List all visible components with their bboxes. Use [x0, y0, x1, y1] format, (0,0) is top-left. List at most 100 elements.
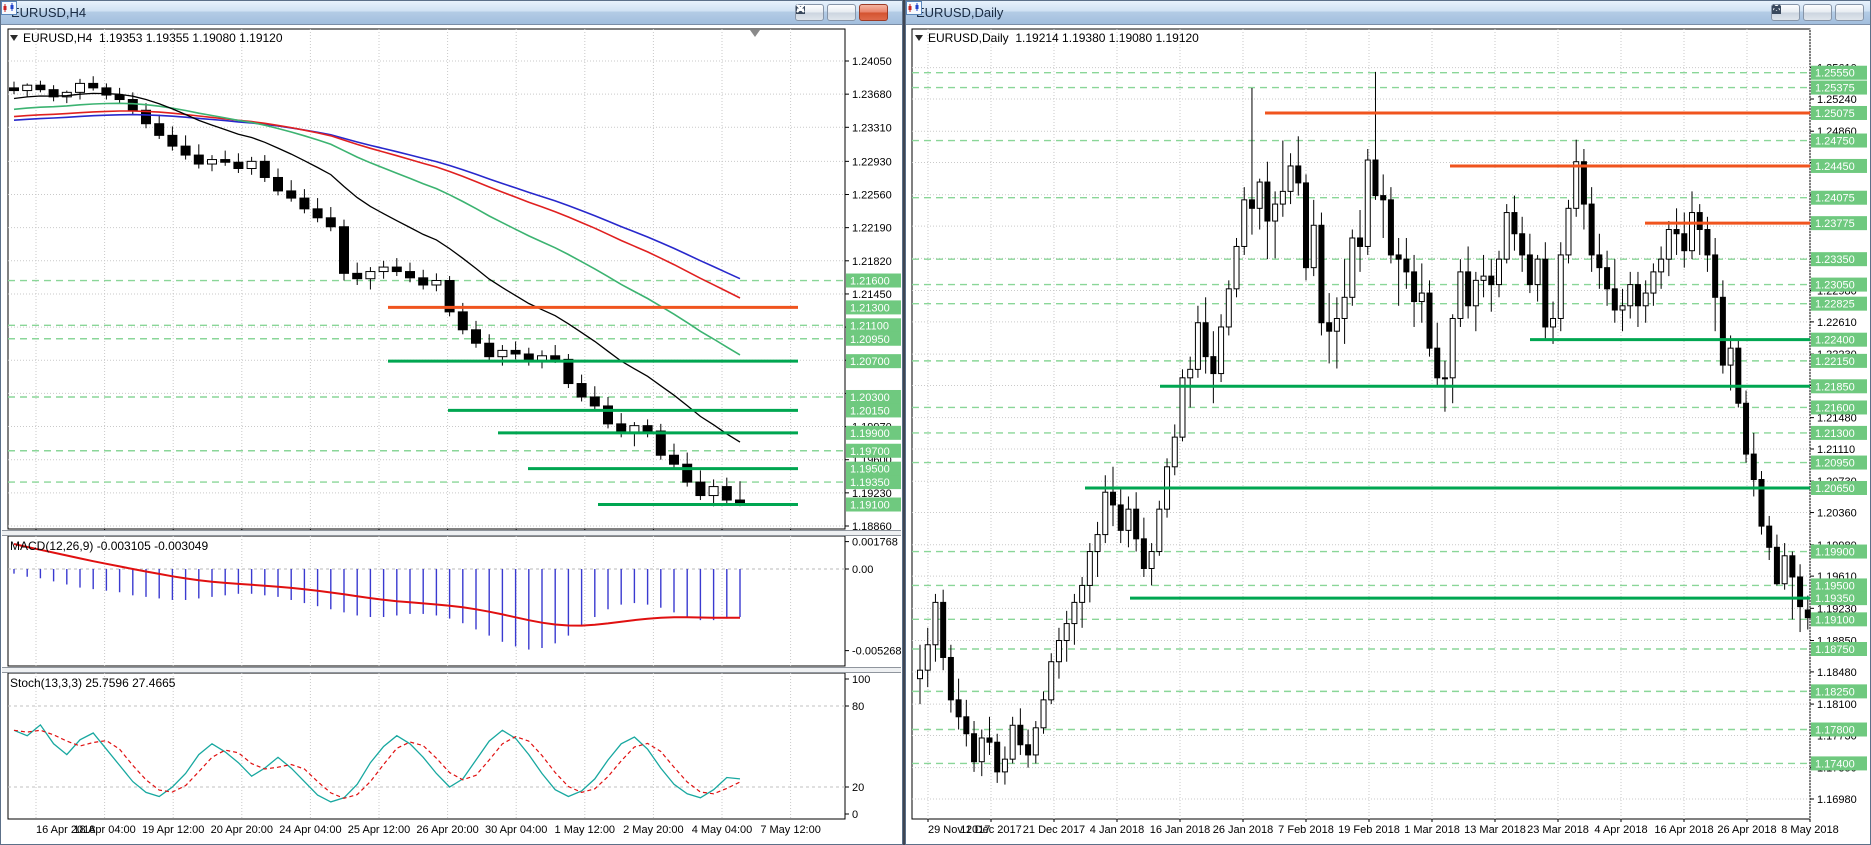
h4-chart-legend: EURUSD,H4 1.19353 1.19355 1.19080 1.1912… — [10, 31, 283, 45]
svg-text:25 Apr 12:00: 25 Apr 12:00 — [348, 824, 410, 836]
close-button[interactable] — [796, 4, 888, 21]
mt4-workspace: { "colors":{ "bull":"#ffffff","bear":"#0… — [0, 0, 1871, 845]
svg-text:1.19100: 1.19100 — [850, 500, 890, 512]
chart-window-eurusd-h4: EURUSD,H4 1.24050 1.23680 1.23310 1.22930 1.… — [0, 0, 903, 845]
svg-text:1.22190: 1.22190 — [852, 223, 892, 235]
svg-text:19 Feb 2018: 19 Feb 2018 — [1338, 824, 1400, 836]
stoch-indicator-label: Stoch(13,3,3) 25.7596 27.4665 — [10, 676, 176, 690]
svg-text:1.23680: 1.23680 — [852, 89, 892, 101]
svg-text:1.17400: 1.17400 — [1815, 758, 1855, 770]
svg-text:1.24750: 1.24750 — [1815, 136, 1855, 148]
svg-text:1.19500: 1.19500 — [1815, 580, 1855, 592]
svg-text:1.22825: 1.22825 — [1815, 299, 1855, 311]
macd-indicator-label: MACD(12,26,9) -0.003105 -0.003049 — [10, 539, 209, 553]
svg-text:1.20700: 1.20700 — [850, 356, 890, 368]
svg-text:4 Jan 2018: 4 Jan 2018 — [1090, 824, 1144, 836]
daily-chart-canvas[interactable]: 1.256101.252401.248601.244901.241101.237… — [907, 26, 1869, 844]
svg-text:19 Apr 12:00: 19 Apr 12:00 — [142, 824, 204, 836]
chart-window-eurusd-daily: EURUSD,Daily 1.256101.252401.248601.2449… — [905, 0, 1871, 845]
svg-text:1.25075: 1.25075 — [1815, 108, 1855, 120]
svg-text:1.18480: 1.18480 — [1817, 667, 1857, 679]
svg-text:1.22400: 1.22400 — [1815, 335, 1855, 347]
svg-text:1.24075: 1.24075 — [1815, 193, 1855, 205]
svg-text:2 May 20:00: 2 May 20:00 — [623, 824, 684, 836]
svg-text:20: 20 — [852, 782, 864, 794]
svg-text:1.20950: 1.20950 — [850, 334, 890, 346]
svg-text:1.23050: 1.23050 — [1815, 280, 1855, 292]
svg-text:1.22150: 1.22150 — [1815, 356, 1855, 368]
svg-text:26 Apr 20:00: 26 Apr 20:00 — [416, 824, 478, 836]
svg-text:1.19900: 1.19900 — [850, 428, 890, 440]
svg-text:1.20150: 1.20150 — [850, 405, 890, 417]
svg-text:1.21600: 1.21600 — [850, 276, 890, 288]
svg-text:1.21450: 1.21450 — [852, 289, 892, 301]
h4-chart-content: 1.24050 1.23680 1.23310 1.22930 1.22560 1.221… — [2, 26, 901, 844]
svg-text:0.00: 0.00 — [852, 564, 873, 576]
svg-text:1.18100: 1.18100 — [1817, 699, 1857, 711]
svg-text:1.22560: 1.22560 — [852, 190, 892, 202]
restore-button[interactable] — [1772, 4, 1832, 21]
svg-text:1.22930: 1.22930 — [852, 156, 892, 168]
svg-text:1.19350: 1.19350 — [850, 477, 890, 489]
window-title: EURUSD,Daily — [916, 5, 1004, 20]
svg-text:1 Mar 2018: 1 Mar 2018 — [1404, 824, 1460, 836]
svg-text:4 Apr 2018: 4 Apr 2018 — [1594, 824, 1647, 836]
svg-text:18 Apr 04:00: 18 Apr 04:00 — [73, 824, 135, 836]
svg-text:1.20650: 1.20650 — [1815, 483, 1855, 495]
svg-text:1.21300: 1.21300 — [1815, 428, 1855, 440]
svg-text:23 Mar 2018: 23 Mar 2018 — [1527, 824, 1589, 836]
svg-text:11 Dec 2017: 11 Dec 2017 — [960, 824, 1022, 836]
chart-dropdown-icon[interactable] — [10, 35, 18, 41]
svg-text:1.20360: 1.20360 — [1817, 508, 1857, 520]
svg-text:20 Apr 20:00: 20 Apr 20:00 — [211, 824, 273, 836]
window-title: EURUSD,H4 — [11, 5, 87, 20]
svg-text:80: 80 — [852, 701, 864, 713]
svg-text:1.16980: 1.16980 — [1817, 794, 1857, 806]
h4-titlebar[interactable]: EURUSD,H4 — [1, 1, 902, 25]
svg-text:1.25240: 1.25240 — [1817, 94, 1857, 106]
svg-text:1.19700: 1.19700 — [850, 446, 890, 458]
svg-text:21 Dec 2017: 21 Dec 2017 — [1023, 824, 1085, 836]
svg-text:1.24450: 1.24450 — [1815, 161, 1855, 173]
svg-text:1.24050: 1.24050 — [852, 56, 892, 68]
svg-text:26 Apr 2018: 26 Apr 2018 — [1717, 824, 1776, 836]
close-button[interactable] — [1772, 4, 1864, 21]
svg-text:1.21820: 1.21820 — [852, 256, 892, 268]
svg-text:1.18250: 1.18250 — [1815, 686, 1855, 698]
svg-text:1.23310: 1.23310 — [852, 122, 892, 134]
svg-text:1.23350: 1.23350 — [1815, 254, 1855, 266]
svg-text:16 Apr 2018: 16 Apr 2018 — [1654, 824, 1713, 836]
daily-titlebar[interactable]: EURUSD,Daily — [906, 1, 1870, 25]
svg-text:1.25375: 1.25375 — [1815, 83, 1855, 95]
pane-separator[interactable] — [2, 667, 901, 673]
daily-chart-legend: EURUSD,Daily 1.19214 1.19380 1.19080 1.1… — [915, 31, 1199, 45]
svg-text:1.19350: 1.19350 — [1815, 593, 1855, 605]
chart-dropdown-icon[interactable] — [915, 35, 923, 41]
svg-text:1.23775: 1.23775 — [1815, 218, 1855, 230]
svg-text:-0.005268: -0.005268 — [852, 646, 901, 658]
svg-text:16 Jan 2018: 16 Jan 2018 — [1150, 824, 1211, 836]
restore-button[interactable] — [796, 4, 856, 21]
svg-text:1.19500: 1.19500 — [850, 464, 890, 476]
svg-text:7 May 12:00: 7 May 12:00 — [760, 824, 821, 836]
h4-chart-canvas[interactable]: 1.24050 1.23680 1.23310 1.22930 1.22560 1.221… — [2, 26, 901, 844]
svg-text:0.001768: 0.001768 — [852, 537, 898, 549]
svg-text:1.25550: 1.25550 — [1815, 68, 1855, 80]
svg-text:1.21300: 1.21300 — [850, 302, 890, 314]
svg-text:1 May 12:00: 1 May 12:00 — [555, 824, 616, 836]
svg-text:1.18750: 1.18750 — [1815, 644, 1855, 656]
svg-text:100: 100 — [852, 674, 870, 686]
svg-text:13 Mar 2018: 13 Mar 2018 — [1464, 824, 1526, 836]
svg-text:1.21600: 1.21600 — [1815, 402, 1855, 414]
svg-text:30 Apr 04:00: 30 Apr 04:00 — [485, 824, 547, 836]
daily-chart-content: 1.256101.252401.248601.244901.241101.237… — [907, 26, 1869, 844]
svg-text:1.21110: 1.21110 — [1817, 444, 1855, 456]
svg-text:8 May 2018: 8 May 2018 — [1781, 824, 1838, 836]
svg-text:1.20950: 1.20950 — [1815, 458, 1855, 470]
svg-text:4 May 04:00: 4 May 04:00 — [692, 824, 753, 836]
pane-separator[interactable] — [2, 530, 901, 536]
svg-text:1.21850: 1.21850 — [1815, 381, 1855, 393]
svg-text:26 Jan 2018: 26 Jan 2018 — [1213, 824, 1274, 836]
svg-text:1.19100: 1.19100 — [1815, 614, 1855, 626]
svg-text:7 Feb 2018: 7 Feb 2018 — [1278, 824, 1334, 836]
